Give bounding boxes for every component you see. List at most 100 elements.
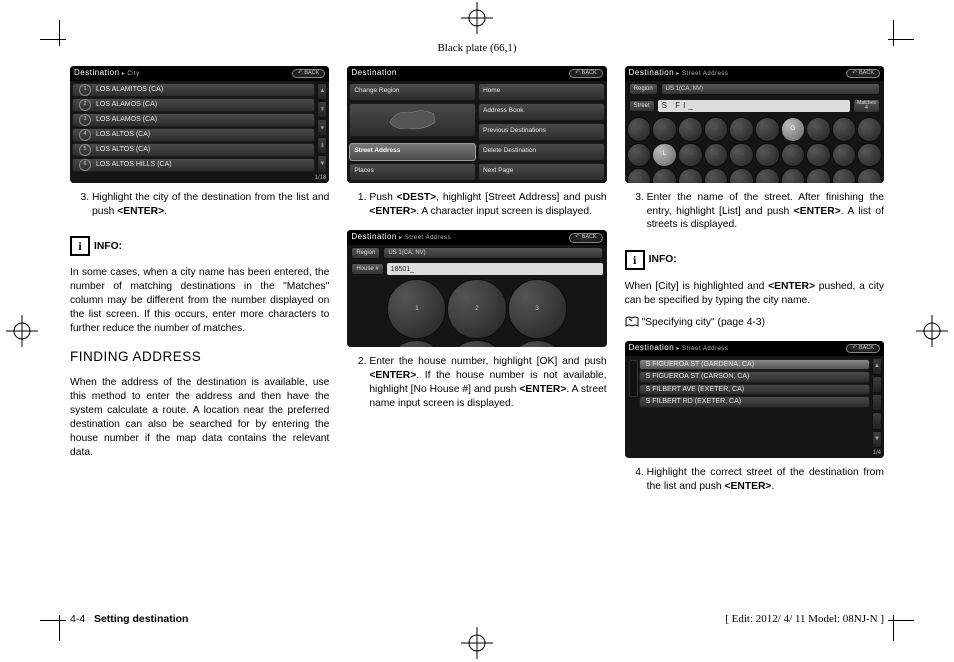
menu-next-page[interactable]: Next Page [478,163,605,181]
region-chip[interactable]: Region [351,247,380,259]
key-W: W [678,168,703,183]
page: Black plate (66,1) Destination ▸ City ↶ … [0,0,954,661]
key-P: P [755,143,780,168]
info-block: i INFO: [625,250,884,270]
menu-street-address[interactable]: Street Address [349,143,476,161]
key-1[interactable]: 1 [387,279,446,338]
street-row[interactable]: S FILBERT AVE (EXETER, CA) [639,384,870,395]
info-label: INFO: [649,253,677,267]
column-3: Destination ▸ Street Address ↶ BACK Regi… [625,66,884,607]
back-button[interactable]: ↶ BACK [569,69,603,78]
columns: Destination ▸ City ↶ BACK 1LOS ALAMITOS … [70,66,884,607]
info-body-c3: When [City] is highlighted and <ENTER> p… [625,280,884,308]
nav-destination-menu: Destination ↶ BACK Change Region Home Ad… [347,66,606,183]
region-chip[interactable]: Region [629,83,658,95]
nav-city-list: Destination ▸ City ↶ BACK 1LOS ALAMITOS … [70,66,329,183]
key-E: E [729,117,754,142]
nav-street-list: Destination ▸ Street Address ↶ BACK S FI… [625,341,884,458]
menu-places[interactable]: Places [349,163,476,181]
step-1: Push <DEST>, highlight [Street Address] … [347,191,606,223]
column-1: Destination ▸ City ↶ BACK 1LOS ALAMITOS … [70,66,329,607]
street-input[interactable]: S FI_ [658,100,850,112]
city-row[interactable]: 2LOS ALAMOS (CA) [72,98,315,112]
key-R: R [806,143,831,168]
step-3-street-text: Enter the name of the street. After fini… [647,191,884,233]
house-input[interactable]: 18501_ [387,263,603,275]
key-M: M [678,143,703,168]
city-rows: 1LOS ALAMITOS (CA)2LOS ALAMOS (CA)3LOS A… [70,81,329,174]
scrollbar[interactable]: ▲⇞●⇟▼ [317,83,327,173]
page-number: 4-4 [70,613,85,625]
step-4: Highlight the correct street of the dest… [625,466,884,498]
key-X: X [704,168,729,183]
menu-address-book[interactable]: Address Book [478,103,605,121]
key-/: / [857,168,882,183]
register-left [6,315,38,347]
key-K: K [627,143,652,168]
scrollbar[interactable]: ▲▼ [872,358,882,448]
register-bottom [461,627,493,659]
menu-delete-dest[interactable]: Delete Destination [478,143,605,161]
key-L[interactable]: L [652,143,677,168]
info-icon: i [625,250,645,270]
menu-grid: Change Region Home Address Book Previous… [347,81,606,183]
step-3-text: Highlight the city of the destination fr… [92,191,329,219]
page-count: 1/18 [315,174,327,182]
menu-home[interactable]: Home [478,83,605,101]
key-5[interactable]: 5 [447,340,506,348]
city-row[interactable]: 5LOS ALTOS (CA) [72,143,315,157]
step-1-text: Push <DEST>, highlight [Street Address] … [369,191,606,219]
menu-previous-dest[interactable]: Previous Destinations [478,123,605,141]
cross-ref: "Specifying city" (page 4-3) [625,316,884,333]
info-icon: i [70,236,90,256]
key-H: H [806,117,831,142]
key-S: S [832,143,857,168]
step-3-street: Enter the name of the street. After fini… [625,191,884,237]
city-row[interactable]: 1LOS ALAMITOS (CA) [72,83,315,97]
nav-title: Destination [74,68,120,77]
nav-house-number: Destination ▸ Street Address ↶ BACK Regi… [347,230,606,347]
back-button[interactable]: ↶ BACK [846,344,880,353]
street-row[interactable]: S FIGUEROA ST (GARDENA, CA) [639,359,870,370]
key--: - [806,168,831,183]
key-6[interactable]: 6 [508,340,567,348]
region-value: US 1(CA, NV) [383,247,602,259]
street-row[interactable]: S FIGUEROA ST (CARSON, CA) [639,371,870,382]
key-Y: Y [729,168,754,183]
back-button[interactable]: ↶ BACK [846,69,880,78]
back-button[interactable]: ↶ BACK [569,233,603,242]
key-Z: Z [755,168,780,183]
key-G[interactable]: G [781,117,806,142]
key-': ' [832,168,857,183]
register-top [461,2,493,34]
register-right [916,315,948,347]
section-title: Setting destination [94,613,189,625]
key-V: V [652,168,677,183]
nav-street-input: Destination ▸ Street Address ↶ BACK Regi… [625,66,884,183]
numeric-keys: 1234567890 [347,277,606,347]
menu-change-region[interactable]: Change Region [349,83,476,101]
city-row[interactable]: 3LOS ALAMOS (CA) [72,113,315,127]
key-4[interactable]: 4 [387,340,446,348]
key-2[interactable]: 2 [447,279,506,338]
step-4-text: Highlight the correct street of the dest… [647,466,884,494]
edit-stamp: [ Edit: 2012/ 4/ 11 Model: 08NJ-N ] [725,613,884,625]
nav-title: Destination [351,68,397,79]
black-plate: Black plate (66,1) [70,42,884,54]
key-O: O [729,143,754,168]
city-row[interactable]: 4LOS ALTOS (CA) [72,128,315,142]
step-2: Enter the house number, highlight [OK] a… [347,355,606,415]
street-row[interactable]: S FILBERT RD (EXETER, CA) [639,396,870,407]
menu-map[interactable] [349,103,476,137]
finding-address-heading: FINDING ADDRESS [70,348,329,366]
key-B: B [652,117,677,142]
key-F: F [755,117,780,142]
content: Black plate (66,1) Destination ▸ City ↶ … [70,36,884,625]
region-value: US 1(CA, NV) [661,83,880,95]
house-label: House # [351,263,383,275]
column-2: Destination ↶ BACK Change Region Home Ad… [347,66,606,607]
key-T: T [857,143,882,168]
back-button[interactable]: ↶ BACK [292,69,326,78]
key-3[interactable]: 3 [508,279,567,338]
city-row[interactable]: 6LOS ALTOS HILLS (CA) [72,158,315,172]
